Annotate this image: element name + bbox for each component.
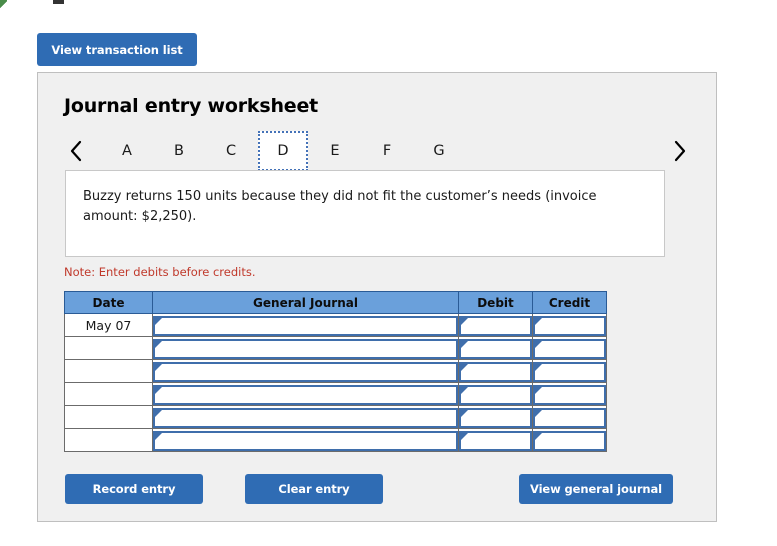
- date-cell-2[interactable]: [64, 336, 153, 360]
- credit-input-5[interactable]: [533, 407, 606, 428]
- credit-input-2[interactable]: [533, 338, 606, 359]
- credit-cell-1[interactable]: [532, 313, 607, 337]
- tab-f[interactable]: F: [362, 131, 412, 171]
- debit-cell-1[interactable]: [458, 313, 533, 337]
- date-cell-5[interactable]: [64, 405, 153, 429]
- view-general-journal-button[interactable]: View general journal: [519, 474, 673, 504]
- date-cell-4[interactable]: [64, 382, 153, 406]
- credit-input-4[interactable]: [533, 384, 606, 405]
- debit-cell-2[interactable]: [458, 336, 533, 360]
- debit-input-6[interactable]: [459, 430, 532, 451]
- column-header-date: Date: [64, 291, 153, 314]
- debits-before-credits-note: Note: Enter debits before credits.: [64, 265, 256, 279]
- journal-cell-3[interactable]: [152, 359, 459, 383]
- page-title: Journal entry worksheet: [64, 95, 319, 117]
- tab-d[interactable]: D: [258, 131, 308, 171]
- journal-cell-1[interactable]: [152, 313, 459, 337]
- date-cell-1: May 07: [64, 313, 153, 337]
- clear-entry-button[interactable]: Clear entry: [245, 474, 383, 504]
- journal-input-3[interactable]: [153, 361, 458, 382]
- chevron-left-icon: [70, 140, 82, 162]
- table-header-row: Date General Journal Debit Credit: [64, 291, 607, 314]
- table-row: May 07: [64, 313, 607, 337]
- tab-g-label: G: [433, 143, 445, 159]
- chevron-right-icon: [674, 140, 686, 162]
- credit-input-6[interactable]: [533, 430, 606, 451]
- next-worksheet-button[interactable]: [668, 137, 692, 165]
- credit-cell-3[interactable]: [532, 359, 607, 383]
- journal-input-5[interactable]: [153, 407, 458, 428]
- credit-input-3[interactable]: [533, 361, 606, 382]
- worksheet-tab-strip: A B C D E F G: [64, 131, 692, 171]
- debit-input-4[interactable]: [459, 384, 532, 405]
- debit-input-1[interactable]: [459, 315, 532, 336]
- debit-cell-3[interactable]: [458, 359, 533, 383]
- table-row: [64, 428, 607, 452]
- journal-entry-table: Date General Journal Debit Credit May 07: [64, 291, 607, 452]
- tab-b-label: B: [174, 143, 184, 159]
- tab-a-label: A: [122, 143, 132, 159]
- journal-cell-6[interactable]: [152, 428, 459, 452]
- credit-cell-6[interactable]: [532, 428, 607, 452]
- tab-d-label: D: [277, 143, 289, 159]
- journal-entry-worksheet-panel: Journal entry worksheet A B C D E F G Bu…: [37, 72, 717, 522]
- page-corner-artifact: [0, 0, 7, 9]
- journal-input-2[interactable]: [153, 338, 458, 359]
- credit-cell-4[interactable]: [532, 382, 607, 406]
- column-header-credit: Credit: [532, 291, 607, 314]
- column-header-debit: Debit: [458, 291, 533, 314]
- credit-input-1[interactable]: [533, 315, 606, 336]
- debit-cell-4[interactable]: [458, 382, 533, 406]
- debit-cell-6[interactable]: [458, 428, 533, 452]
- table-row: [64, 405, 607, 429]
- page-top-artifact: [53, 0, 64, 4]
- transaction-description-box: Buzzy returns 150 units because they did…: [65, 170, 665, 257]
- tab-c-label: C: [225, 143, 237, 159]
- tab-e-label: E: [330, 143, 340, 159]
- tab-f-label: F: [382, 143, 392, 159]
- column-header-general-journal: General Journal: [152, 291, 459, 314]
- table-row: [64, 336, 607, 360]
- date-cell-6[interactable]: [64, 428, 153, 452]
- tab-g[interactable]: G: [414, 131, 464, 171]
- tab-e[interactable]: E: [310, 131, 360, 171]
- record-entry-button[interactable]: Record entry: [65, 474, 203, 504]
- table-row: [64, 359, 607, 383]
- journal-input-4[interactable]: [153, 384, 458, 405]
- transaction-description-text: Buzzy returns 150 units because they did…: [83, 189, 597, 224]
- debit-input-3[interactable]: [459, 361, 532, 382]
- tab-b[interactable]: B: [154, 131, 204, 171]
- journal-input-1[interactable]: [153, 315, 458, 336]
- debit-cell-5[interactable]: [458, 405, 533, 429]
- journal-input-6[interactable]: [153, 430, 458, 451]
- debit-input-2[interactable]: [459, 338, 532, 359]
- journal-cell-5[interactable]: [152, 405, 459, 429]
- date-cell-3[interactable]: [64, 359, 153, 383]
- tab-c[interactable]: C: [206, 131, 256, 171]
- journal-cell-2[interactable]: [152, 336, 459, 360]
- journal-cell-4[interactable]: [152, 382, 459, 406]
- debit-input-5[interactable]: [459, 407, 532, 428]
- view-transaction-list-button[interactable]: View transaction list: [37, 33, 197, 66]
- credit-cell-2[interactable]: [532, 336, 607, 360]
- tab-a[interactable]: A: [102, 131, 152, 171]
- table-row: [64, 382, 607, 406]
- credit-cell-5[interactable]: [532, 405, 607, 429]
- prev-worksheet-button[interactable]: [64, 137, 88, 165]
